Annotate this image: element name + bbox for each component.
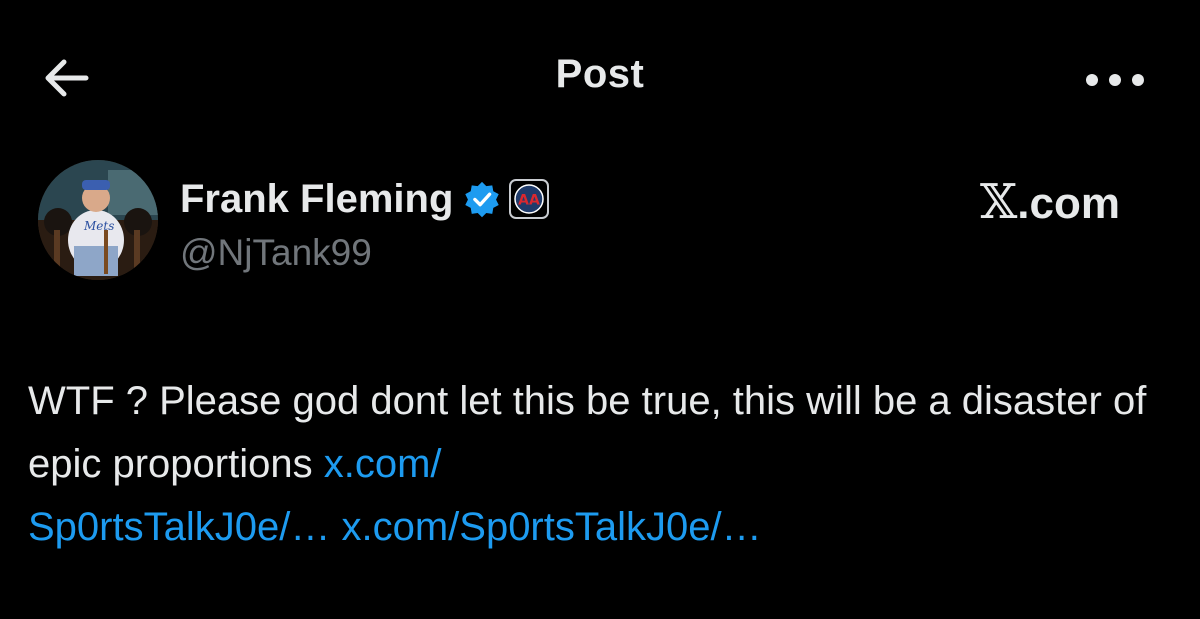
name-row: Frank Fleming AA bbox=[180, 174, 550, 224]
avatar-photo: Mets bbox=[38, 160, 158, 280]
x-logo-icon: 𝕏 bbox=[980, 174, 1018, 230]
user-handle[interactable]: @NjTank99 bbox=[180, 232, 372, 274]
top-bar: Post bbox=[0, 0, 1200, 150]
svg-text:Mets: Mets bbox=[83, 219, 114, 233]
ellipsis-icon bbox=[1086, 74, 1144, 86]
post-link-1-part-a: x.com/ bbox=[323, 442, 442, 486]
barstool-sports-badge-icon[interactable]: AA bbox=[509, 179, 550, 219]
more-options-button[interactable] bbox=[1080, 60, 1150, 100]
post-body: WTF ? Please god dont let this be true, … bbox=[28, 370, 1178, 559]
post-text: WTF ? Please god dont let this be true, … bbox=[28, 379, 1147, 486]
post-link-2[interactable]: x.com/Sp0rtsTalkJ0e/… bbox=[341, 505, 761, 549]
verified-badge-icon bbox=[465, 181, 500, 218]
watermark-text: .com bbox=[1017, 179, 1120, 228]
avatar[interactable]: Mets bbox=[38, 160, 158, 280]
svg-text:AA: AA bbox=[519, 193, 541, 209]
post-link-1-part-b: Sp0rtsTalkJ0e/… bbox=[28, 505, 331, 549]
page-title: Post bbox=[555, 52, 645, 96]
display-name[interactable]: Frank Fleming bbox=[180, 177, 453, 222]
x-com-watermark: 𝕏.com bbox=[980, 174, 1120, 230]
